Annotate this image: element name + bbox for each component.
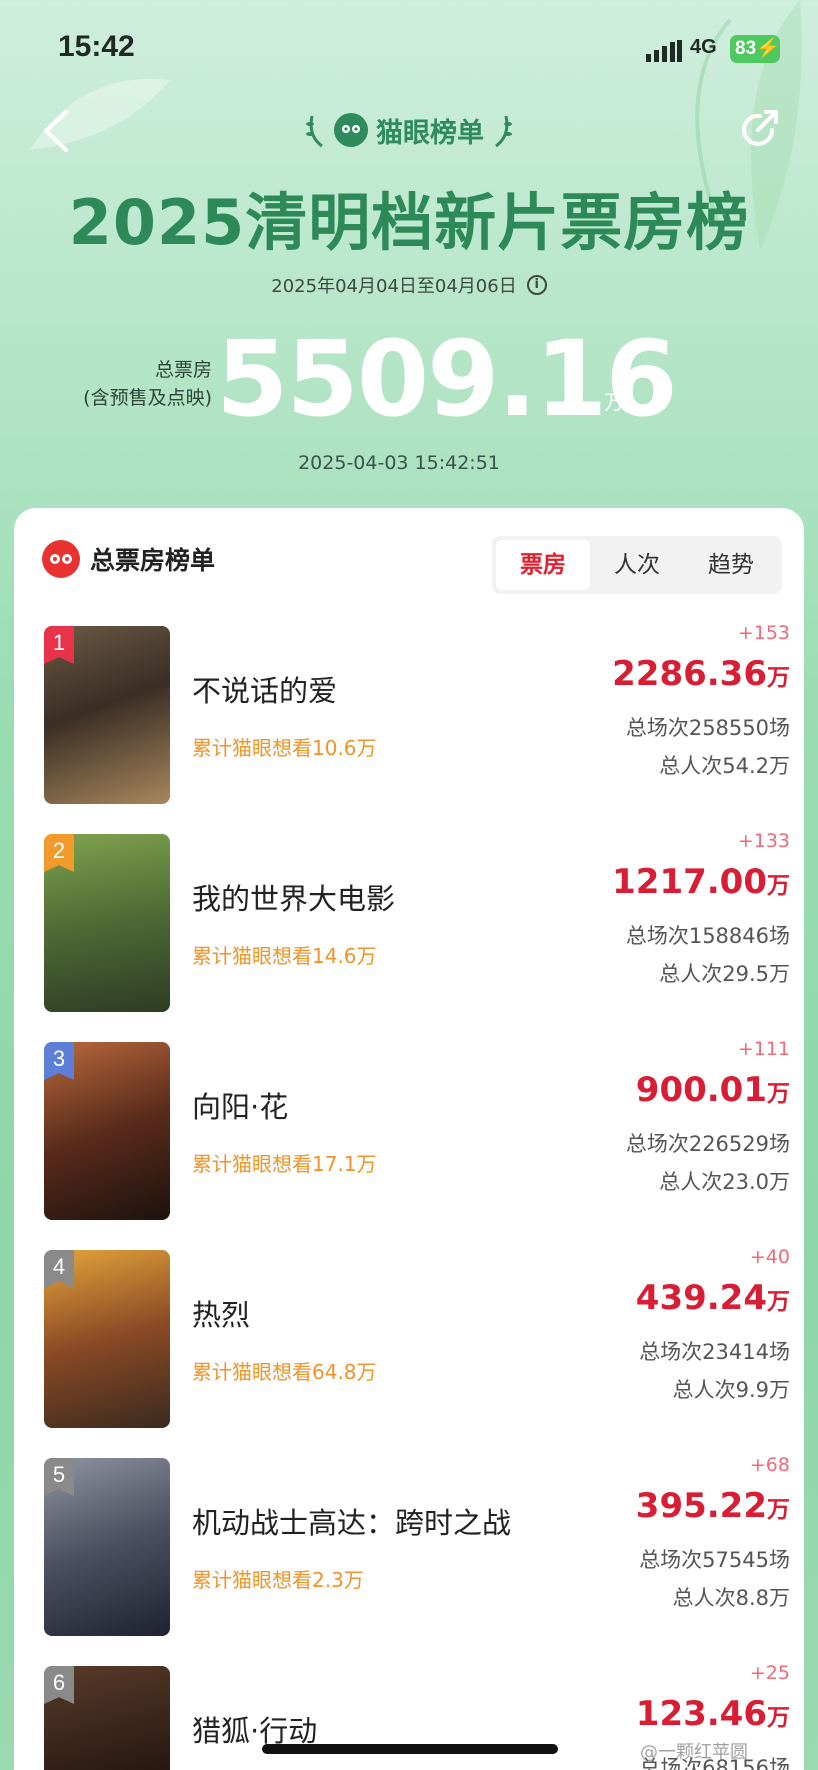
gross-value: 395.22万	[636, 1486, 790, 1526]
total-box-office-label: 总票房 (含预售及点映)	[40, 356, 212, 412]
gross-unit: 万	[767, 1705, 790, 1731]
total-shows: 总场次226529场	[625, 1132, 790, 1156]
total-admissions: 总人次9.9万	[672, 1378, 790, 1402]
gross-unit: 万	[767, 1081, 790, 1107]
card-header: 总票房榜单	[42, 540, 215, 578]
maoyan-logo-icon	[334, 113, 368, 147]
laurel-left-icon	[306, 115, 323, 148]
battery-level: 83	[735, 38, 757, 59]
gross-unit: 万	[767, 1289, 790, 1315]
ranking-card: 总票房榜单 票房 人次 趋势 1 不说话的爱 累计猫眼想看10.6万 +153 …	[14, 508, 804, 1770]
tab-box-office[interactable]: 票房	[496, 540, 590, 590]
total-shows: 总场次258550场	[625, 716, 790, 740]
rank-badge: 4	[44, 1250, 74, 1288]
update-timestamp: 2025-04-03 15:42:51	[298, 452, 500, 474]
gross-value: 439.24万	[636, 1278, 790, 1318]
movie-poster: 5	[44, 1458, 170, 1636]
battery-indicator: 83⚡	[730, 35, 780, 63]
tab-trend[interactable]: 趋势	[684, 540, 778, 590]
total-admissions: 总人次8.8万	[672, 1586, 790, 1610]
watermark: @一颗红苹圆	[640, 1742, 748, 1763]
gross-amount: 439.24	[635, 1278, 767, 1318]
total-shows: 总场次158846场	[625, 924, 790, 948]
gross-amount: 1217.00	[612, 862, 767, 902]
date-range: 2025年04月04日至04月06日 i	[0, 272, 818, 298]
rank-badge: 5	[44, 1458, 74, 1496]
want-to-see-count: 累计猫眼想看14.6万	[192, 944, 377, 968]
movie-poster: 4	[44, 1250, 170, 1428]
movie-title: 我的世界大电影	[192, 882, 396, 916]
gross-value: 900.01万	[636, 1070, 790, 1110]
tab-admissions[interactable]: 人次	[590, 540, 684, 590]
movie-poster: 2	[44, 834, 170, 1012]
movie-title: 向阳·花	[192, 1090, 289, 1124]
gross-value: 1217.00万	[612, 862, 790, 902]
rank-badge: 1	[44, 626, 74, 664]
network-type: 4G	[690, 36, 717, 58]
total-admissions: 总人次29.5万	[659, 962, 790, 986]
date-range-text: 2025年04月04日至04月06日	[271, 276, 517, 297]
movie-title: 机动战士高达：跨时之战	[192, 1506, 512, 1540]
movie-poster: 1	[44, 626, 170, 804]
want-to-see-count: 累计猫眼想看17.1万	[192, 1152, 377, 1176]
movie-row[interactable]: 1 不说话的爱 累计猫眼想看10.6万 +153 2286.36万 总场次258…	[14, 622, 804, 806]
maoyan-red-logo-icon	[42, 540, 80, 578]
gross-unit: 万	[767, 873, 790, 899]
gross-value: 2286.36万	[612, 654, 790, 694]
status-time: 15:42	[58, 30, 135, 63]
signal-icon	[646, 40, 682, 62]
gross-delta: +68	[749, 1454, 790, 1476]
movie-row[interactable]: 2 我的世界大电影 累计猫眼想看14.6万 +133 1217.00万 总场次1…	[14, 830, 804, 1014]
laurel-right-icon	[495, 115, 512, 148]
home-indicator[interactable]	[262, 1744, 558, 1754]
rank-badge: 2	[44, 834, 74, 872]
total-box-office-unit: 万	[604, 390, 624, 414]
gross-amount: 123.46	[635, 1694, 767, 1734]
rank-badge: 6	[44, 1666, 74, 1704]
movie-row[interactable]: 4 热烈 累计猫眼想看64.8万 +40 439.24万 总场次23414场 总…	[14, 1246, 804, 1430]
movie-title: 不说话的爱	[192, 674, 338, 708]
want-to-see-count: 累计猫眼想看10.6万	[192, 736, 377, 760]
want-to-see-count: 累计猫眼想看2.3万	[192, 1568, 364, 1592]
gross-amount: 2286.36	[612, 654, 767, 694]
status-bar: 15:42 4G 83⚡	[0, 0, 818, 100]
gross-delta: +111	[737, 1038, 790, 1060]
brand-label: 猫眼榜单	[376, 117, 484, 149]
total-label-line2: (含预售及点映)	[83, 387, 212, 409]
gross-unit: 万	[767, 665, 790, 691]
total-box-office-value: 5509.16	[216, 318, 678, 440]
gross-amount: 395.22	[635, 1486, 767, 1526]
brand-header: 猫眼榜单	[0, 108, 818, 152]
gross-unit: 万	[767, 1497, 790, 1523]
card-title: 总票房榜单	[90, 546, 216, 575]
rank-badge: 3	[44, 1042, 74, 1080]
total-admissions: 总人次54.2万	[659, 754, 790, 778]
page-title: 2025清明档新片票房榜	[68, 186, 750, 259]
movie-poster: 3	[44, 1042, 170, 1220]
gross-value: 123.46万	[636, 1694, 790, 1734]
gross-delta: +133	[737, 830, 790, 852]
total-shows: 总场次57545场	[639, 1548, 790, 1572]
gross-amount: 900.01	[635, 1070, 767, 1110]
movie-poster: 6	[44, 1666, 170, 1770]
want-to-see-count: 累计猫眼想看64.8万	[192, 1360, 377, 1384]
movie-row[interactable]: 3 向阳·花 累计猫眼想看17.1万 +111 900.01万 总场次22652…	[14, 1038, 804, 1222]
movie-title: 热烈	[192, 1298, 251, 1332]
total-admissions: 总人次23.0万	[659, 1170, 790, 1194]
gross-delta: +153	[737, 622, 790, 644]
total-shows: 总场次23414场	[639, 1340, 790, 1364]
info-icon[interactable]: i	[526, 275, 547, 295]
movie-row[interactable]: 5 机动战士高达：跨时之战 累计猫眼想看2.3万 +68 395.22万 总场次…	[14, 1454, 804, 1638]
gross-delta: +40	[749, 1246, 790, 1268]
total-label-line1: 总票房	[154, 359, 212, 381]
metric-tabs: 票房 人次 趋势	[492, 536, 782, 594]
gross-delta: +25	[749, 1662, 790, 1684]
